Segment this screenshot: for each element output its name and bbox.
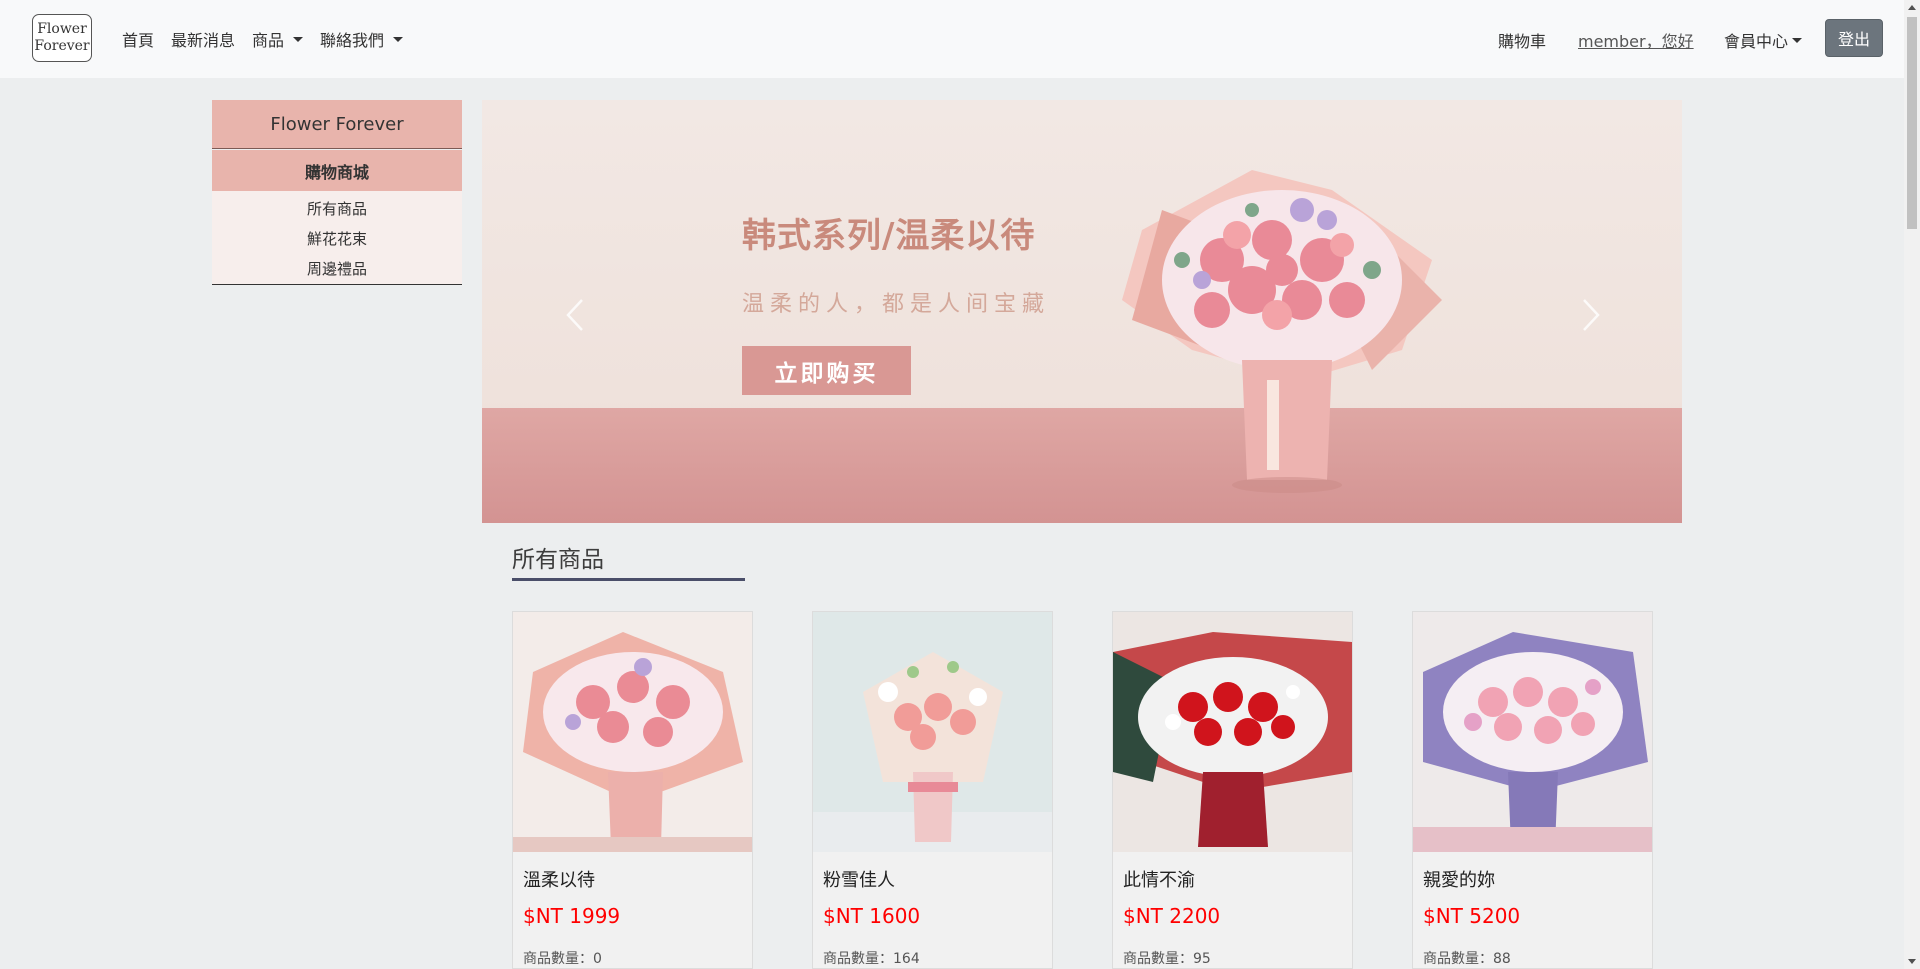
product-price: $NT 2200 bbox=[1123, 904, 1221, 928]
product-card[interactable]: 此情不渝 $NT 2200 商品數量：95 bbox=[1112, 611, 1353, 969]
product-name[interactable]: 親愛的妳 bbox=[1423, 866, 1495, 892]
nav-home-link[interactable]: 首頁 bbox=[122, 27, 163, 51]
banner-subheadline: 温柔的人，都是人间宝藏 bbox=[742, 292, 1051, 317]
product-quantity: 商品數量：88 bbox=[1423, 951, 1511, 967]
product-card[interactable]: 親愛的妳 $NT 5200 商品數量：88 bbox=[1412, 611, 1653, 969]
section-title: 所有商品 bbox=[512, 547, 604, 573]
sidebar-item-all-products[interactable]: 所有商品 bbox=[212, 193, 462, 223]
hero-carousel: 韩式系列/温柔以待 温柔的人，都是人间宝藏 立即购买 bbox=[482, 100, 1682, 523]
banner-headline: 韩式系列/温柔以待 bbox=[742, 216, 1036, 256]
sidebar-section-shop[interactable]: 購物商城 bbox=[212, 150, 462, 191]
product-card[interactable]: 溫柔以待 $NT 1999 商品數量：0 bbox=[512, 611, 753, 969]
nav-contact-dropdown[interactable]: 聯絡我們 bbox=[320, 27, 412, 51]
nav-products-label: 商品 bbox=[252, 31, 285, 50]
logo-line1: Flower bbox=[37, 21, 87, 37]
section-divider bbox=[512, 578, 745, 581]
scroll-down-arrow-icon[interactable] bbox=[1908, 959, 1916, 964]
product-name[interactable]: 溫柔以待 bbox=[523, 866, 595, 892]
page-scrollbar[interactable] bbox=[1904, 0, 1920, 969]
brand-logo[interactable]: Flower Forever bbox=[32, 14, 92, 62]
nav-contact-label: 聯絡我們 bbox=[320, 31, 385, 50]
carousel-next-icon[interactable] bbox=[1578, 295, 1604, 335]
sidebar-title: Flower Forever bbox=[212, 100, 462, 149]
product-image[interactable] bbox=[513, 612, 752, 852]
nav-products-dropdown[interactable]: 商品 bbox=[252, 27, 312, 51]
product-quantity: 商品數量：164 bbox=[823, 951, 920, 967]
product-quantity: 商品數量：95 bbox=[1123, 951, 1211, 967]
caret-down-icon bbox=[1792, 37, 1803, 43]
product-name[interactable]: 此情不渝 bbox=[1123, 866, 1195, 892]
banner-bouquet-image bbox=[1122, 170, 1442, 493]
nav-news-link[interactable]: 最新消息 bbox=[171, 27, 244, 51]
member-center-dropdown[interactable]: 會員中心 bbox=[1724, 28, 1803, 52]
carousel-prev-icon[interactable] bbox=[562, 295, 588, 335]
product-price: $NT 1600 bbox=[823, 904, 921, 928]
product-price: $NT 1999 bbox=[523, 904, 621, 928]
banner-floor bbox=[482, 408, 1682, 523]
sidebar-item-gifts[interactable]: 周邊禮品 bbox=[212, 253, 462, 283]
caret-down-icon bbox=[293, 36, 304, 42]
banner-buy-now-button[interactable]: 立即购买 bbox=[742, 346, 911, 395]
product-image[interactable] bbox=[1113, 612, 1352, 852]
member-greeting-link[interactable]: member，您好 bbox=[1578, 28, 1694, 52]
product-name[interactable]: 粉雪佳人 bbox=[823, 866, 895, 892]
navbar: Flower Forever 首頁 最新消息 商品 聯絡我們 購物車 membe… bbox=[0, 0, 1904, 78]
product-price: $NT 5200 bbox=[1423, 904, 1521, 928]
scroll-up-arrow-icon[interactable] bbox=[1908, 5, 1916, 10]
logo-line2: Forever bbox=[34, 38, 90, 54]
sidebar-item-list: 所有商品 鮮花花束 周邊禮品 bbox=[212, 191, 462, 285]
product-quantity: 商品數量：0 bbox=[523, 951, 602, 967]
member-center-label: 會員中心 bbox=[1724, 32, 1789, 51]
category-sidebar: Flower Forever 購物商城 所有商品 鮮花花束 周邊禮品 bbox=[212, 100, 462, 285]
nav-links: 首頁 最新消息 商品 聯絡我們 bbox=[122, 27, 420, 51]
caret-down-icon bbox=[393, 36, 404, 42]
nav-cart-link[interactable]: 購物車 bbox=[1498, 28, 1546, 52]
product-card[interactable]: 粉雪佳人 $NT 1600 商品數量：164 bbox=[812, 611, 1053, 969]
product-image[interactable] bbox=[813, 612, 1052, 852]
sidebar-item-bouquets[interactable]: 鮮花花束 bbox=[212, 223, 462, 253]
scrollbar-thumb[interactable] bbox=[1907, 17, 1917, 229]
logout-button[interactable]: 登出 bbox=[1825, 19, 1883, 57]
product-image[interactable] bbox=[1413, 612, 1652, 852]
